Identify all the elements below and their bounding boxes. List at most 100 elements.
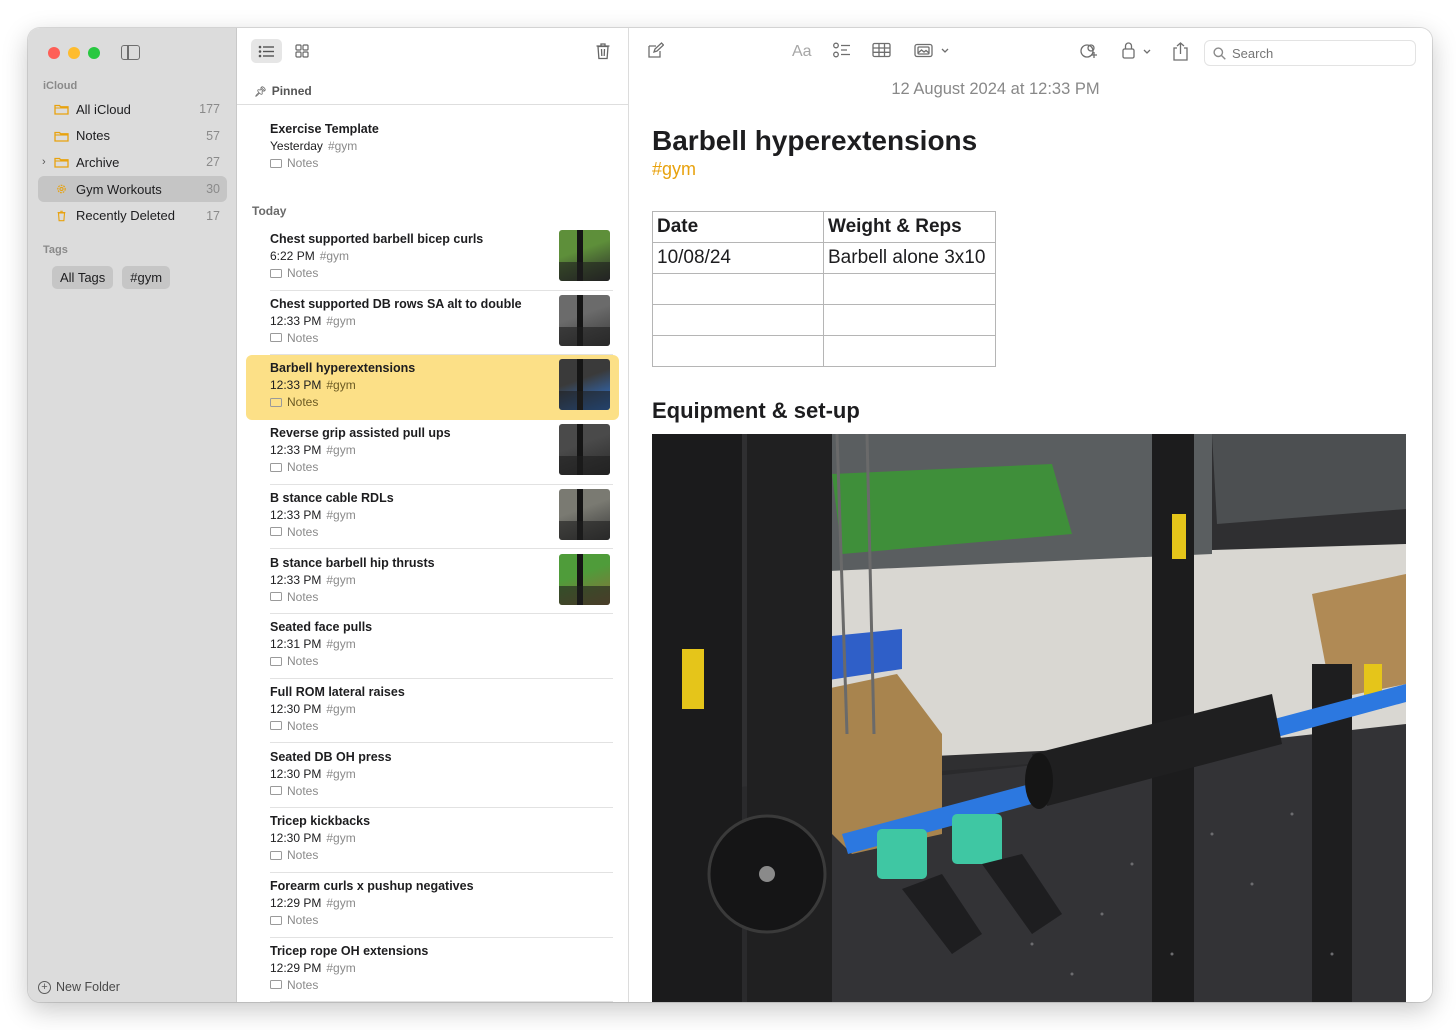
sidebar-toggle-icon[interactable]	[121, 45, 140, 60]
list-item[interactable]: Forearm curls x pushup negatives 12:29 PM…	[246, 873, 619, 938]
note-thumbnail	[559, 359, 610, 411]
list-toolbar	[237, 28, 628, 78]
note-folder-label: Notes	[287, 156, 319, 170]
note-hashtag[interactable]: #gym	[652, 159, 696, 180]
folder-icon	[54, 158, 69, 169]
note-title: Chest supported barbell bicep curls	[270, 232, 484, 246]
sidebar-item-notes[interactable]: Notes 57	[38, 123, 227, 150]
checklist-icon[interactable]	[833, 42, 851, 59]
new-folder-button[interactable]: + New Folder	[38, 980, 120, 994]
note-folder-label: Notes	[287, 977, 319, 992]
gear-icon	[57, 184, 66, 194]
list-item[interactable]: Chest supported DB rows SA alt to double…	[246, 291, 619, 356]
list-item[interactable]: Full ROM lateral raises 12:30 PM #gym Notes	[246, 679, 619, 744]
note-tag: #gym	[326, 637, 356, 652]
table-cell[interactable]	[823, 335, 996, 367]
note-title: Full ROM lateral raises	[270, 684, 405, 699]
list-item[interactable]: Barbell hyperextensions 12:33 PM #gym Notes	[246, 355, 619, 420]
note-folder: Notes	[270, 460, 549, 474]
note-date: 12 August 2024 at 12:33 PM	[891, 80, 1100, 98]
pinned-section-label: 📌︎ Pinned	[254, 84, 312, 98]
table-cell[interactable]	[823, 304, 996, 336]
note-folder: Notes	[270, 913, 549, 927]
note-folder: Notes	[270, 525, 549, 539]
note-subheading[interactable]: Equipment & set-up	[652, 398, 860, 424]
thumbnail-floor-detail	[559, 520, 610, 540]
note-title: Seated face pulls	[270, 620, 373, 635]
search-field[interactable]	[1204, 40, 1416, 66]
list-item[interactable]: Tricep kickbacks 12:30 PM #gym Notes	[246, 808, 619, 873]
note-title: Tricep rope OH extensions	[270, 943, 429, 958]
tag-all-tags[interactable]: All Tags	[52, 266, 114, 289]
folder-label: All iCloud	[76, 101, 131, 117]
note-meta: 12:29 PM #gym	[270, 961, 549, 975]
folder-icon	[270, 721, 282, 731]
sidebar-item-archive[interactable]: › Archive 27	[38, 149, 227, 176]
chevron-right-icon[interactable]: ›	[42, 156, 46, 168]
lock-icon[interactable]	[1121, 42, 1153, 59]
table-cell[interactable]	[652, 335, 824, 367]
list-item-pinned[interactable]: Exercise Template Yesterday #gym Notes	[246, 116, 619, 181]
tag-gym[interactable]: #gym	[122, 266, 171, 289]
note-folder-label: Notes	[287, 460, 319, 475]
list-item[interactable]: Chest supported barbell bicep curls 6:22 …	[246, 226, 619, 291]
folder-label: Recently Deleted	[76, 208, 175, 224]
table-cell[interactable]	[823, 273, 996, 305]
share-icon[interactable]	[1172, 42, 1189, 61]
note-meta: 12:33 PM #gym	[270, 314, 549, 328]
equipment-photo[interactable]	[652, 434, 1406, 1002]
folder-icon	[270, 333, 282, 343]
table-cell[interactable]: Barbell alone 3x10	[823, 242, 996, 274]
sidebar-item-gym-workouts[interactable]: Gym Workouts 30	[38, 175, 227, 203]
note-tag: #gym	[319, 249, 350, 263]
list-item[interactable]: Seated DB OH press 12:30 PM #gym Notes	[246, 744, 619, 809]
note-heading[interactable]: Barbell hyperextensions	[652, 125, 977, 157]
list-view-button[interactable]	[251, 39, 282, 63]
thumbnail-floor-detail	[559, 262, 610, 281]
divider	[237, 104, 628, 105]
list-item[interactable]: Tricep rope OH extensions 12:29 PM #gym Not…	[246, 938, 619, 1002]
note-tag: #gym	[326, 572, 356, 587]
close-window-button[interactable]	[48, 47, 60, 59]
note-folder-label: Notes	[287, 330, 319, 345]
folder-count: 30	[206, 182, 220, 197]
list-item[interactable]: B stance barbell hip thrusts 12:33 PM #gym…	[246, 550, 619, 615]
folder-list: All iCloud 177 Notes 57 › Archive 27 Gym…	[38, 96, 227, 229]
table-header-cell[interactable]: Date	[652, 211, 824, 243]
note-time: 12:33 PM	[270, 378, 322, 393]
list-item[interactable]: B stance cable RDLs 12:33 PM #gym Notes	[246, 485, 619, 550]
note-tag: #gym	[326, 507, 356, 522]
compose-icon[interactable]	[647, 42, 664, 59]
trash-icon[interactable]	[595, 42, 611, 60]
minimize-window-button[interactable]	[68, 47, 80, 59]
folder-icon	[270, 850, 282, 860]
note-folder: Notes	[270, 395, 549, 409]
table-icon[interactable]	[872, 42, 891, 58]
thumbnail-floor-detail	[559, 326, 610, 346]
folder-icon	[270, 980, 282, 990]
section-label-icloud: iCloud	[43, 80, 78, 92]
table-cell[interactable]	[652, 304, 824, 336]
table-cell[interactable]	[652, 273, 824, 305]
new-folder-label: New Folder	[56, 980, 120, 994]
format-text-button[interactable]: Aa	[792, 43, 812, 61]
folder-icon	[54, 105, 69, 115]
gallery-view-button[interactable]	[286, 39, 317, 63]
media-icon[interactable]	[914, 42, 950, 59]
zoom-window-button[interactable]	[88, 47, 100, 59]
table-header-cell[interactable]: Weight & Reps	[823, 211, 996, 243]
note-folder: Notes	[270, 590, 549, 604]
note-tag: #gym	[326, 960, 356, 975]
today-section-label: Today	[252, 204, 287, 218]
sidebar-item-recently-deleted[interactable]: Recently Deleted 17	[38, 202, 227, 229]
table-cell[interactable]: 10/08/24	[652, 242, 824, 274]
list-item[interactable]: Reverse grip assisted pull ups 12:33 PM #g…	[246, 420, 619, 485]
list-item[interactable]: Seated face pulls 12:31 PM #gym Notes	[246, 614, 619, 679]
note-meta: 12:30 PM #gym	[270, 767, 549, 781]
sidebar-item-all-icloud[interactable]: All iCloud 177	[38, 96, 227, 123]
note-time: 12:33 PM	[270, 572, 322, 587]
table-header-row: Date Weight & Reps	[652, 211, 996, 243]
collaborate-icon[interactable]	[1079, 42, 1101, 60]
note-table[interactable]: Date Weight & Reps 10/08/24 Barbell alon…	[652, 211, 996, 367]
search-input[interactable]	[1232, 45, 1402, 61]
